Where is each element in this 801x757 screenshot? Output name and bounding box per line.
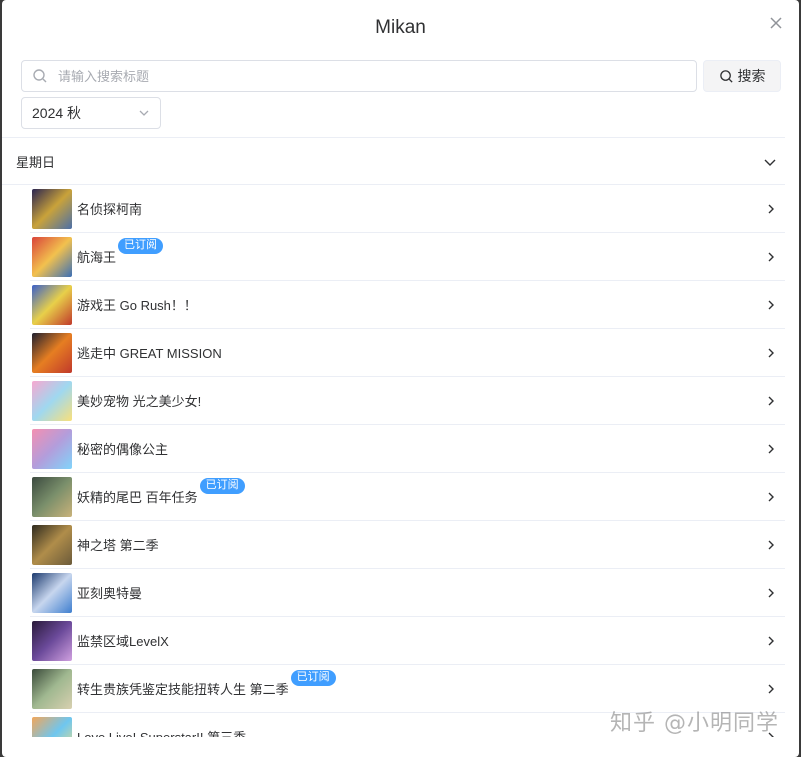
search-input-wrapper[interactable] xyxy=(21,60,697,92)
chevron-right-icon xyxy=(768,300,774,310)
subscribed-badge: 已订阅 xyxy=(118,237,164,254)
anime-list-item[interactable]: 监禁区域LevelX xyxy=(30,617,785,665)
close-icon[interactable] xyxy=(767,14,785,32)
anime-cover-thumbnail xyxy=(32,428,72,469)
anime-title: 名侦探柯南 xyxy=(77,202,143,217)
anime-title: 航海王 xyxy=(77,250,117,265)
search-icon xyxy=(33,69,47,83)
anime-list-item[interactable]: 亚刻奥特曼 xyxy=(30,569,785,617)
anime-cover-thumbnail xyxy=(32,284,72,325)
anime-list-item[interactable]: 美妙宠物 光之美少女! xyxy=(30,377,785,425)
anime-list-item[interactable]: 游戏王 Go Rush！！ xyxy=(30,281,785,329)
mikan-dialog: Mikan 搜索 2024 秋 星期日 名侦探柯南航海王已订阅游戏王 Go Ru… xyxy=(2,0,799,757)
dialog-title: Mikan xyxy=(375,17,426,38)
anime-cover-thumbnail xyxy=(32,620,72,661)
search-icon xyxy=(719,69,733,83)
chevron-right-icon xyxy=(768,396,774,406)
anime-title: 转生贵族凭鉴定技能扭转人生 第二季 xyxy=(77,682,289,697)
anime-cover-thumbnail xyxy=(32,332,72,373)
chevron-right-icon xyxy=(768,444,774,454)
anime-cover-thumbnail xyxy=(32,524,72,565)
season-select[interactable]: 2024 秋 xyxy=(21,97,161,129)
subscribed-badge: 已订阅 xyxy=(199,477,245,494)
subscribed-badge: 已订阅 xyxy=(290,669,336,686)
chevron-right-icon xyxy=(768,540,774,550)
chevron-right-icon xyxy=(768,684,774,694)
anime-title: 亚刻奥特曼 xyxy=(77,586,143,601)
anime-title: 监禁区域LevelX xyxy=(77,634,169,649)
season-select-value: 2024 秋 xyxy=(32,105,82,121)
anime-list-item[interactable]: 逃走中 GREAT MISSION xyxy=(30,329,785,377)
anime-cover-thumbnail xyxy=(32,236,72,277)
day-group-header[interactable]: 星期日 xyxy=(2,137,785,185)
chevron-right-icon xyxy=(768,204,774,214)
chevron-right-icon xyxy=(768,636,774,646)
chevron-down-icon xyxy=(139,110,149,116)
anime-list-item[interactable]: 名侦探柯南 xyxy=(30,185,785,233)
chevron-down-icon xyxy=(764,159,776,166)
anime-title: 神之塔 第二季 xyxy=(77,538,159,553)
anime-title: 逃走中 GREAT MISSION xyxy=(77,346,222,361)
anime-title: 游戏王 Go Rush！！ xyxy=(77,298,197,313)
search-button[interactable]: 搜索 xyxy=(703,60,781,92)
anime-cover-thumbnail xyxy=(32,572,72,613)
anime-list-item[interactable]: 秘密的偶像公主 xyxy=(30,425,785,473)
anime-title: Love Live! Superstar!! 第三季 xyxy=(77,727,246,737)
anime-cover-thumbnail xyxy=(32,668,72,709)
anime-cover-thumbnail xyxy=(32,188,72,229)
anime-title: 秘密的偶像公主 xyxy=(77,442,169,457)
day-group-label: 星期日 xyxy=(16,154,56,170)
search-button-label: 搜索 xyxy=(737,68,766,84)
chevron-right-icon xyxy=(768,492,774,502)
search-input[interactable] xyxy=(56,67,660,85)
anime-cover-thumbnail xyxy=(32,476,72,517)
anime-list-item[interactable]: 神之塔 第二季 xyxy=(30,521,785,569)
chevron-right-icon xyxy=(768,252,774,262)
anime-cover-thumbnail xyxy=(32,380,72,421)
anime-cover-thumbnail xyxy=(32,716,72,737)
watermark: 知乎 @小明同学 xyxy=(610,711,779,736)
chevron-right-icon xyxy=(768,588,774,598)
anime-list-item[interactable]: 妖精的尾巴 百年任务 已订阅 xyxy=(30,473,785,521)
anime-list-item[interactable]: 航海王 已订阅 xyxy=(30,233,785,281)
anime-title: 美妙宠物 光之美少女! xyxy=(77,394,202,409)
chevron-right-icon xyxy=(768,348,774,358)
anime-title: 妖精的尾巴 百年任务 xyxy=(77,490,198,505)
anime-list: 名侦探柯南 航海王 已订阅 游戏王 Go Rush！！ 逃走中 GREAT MISSIO… xyxy=(30,185,785,737)
